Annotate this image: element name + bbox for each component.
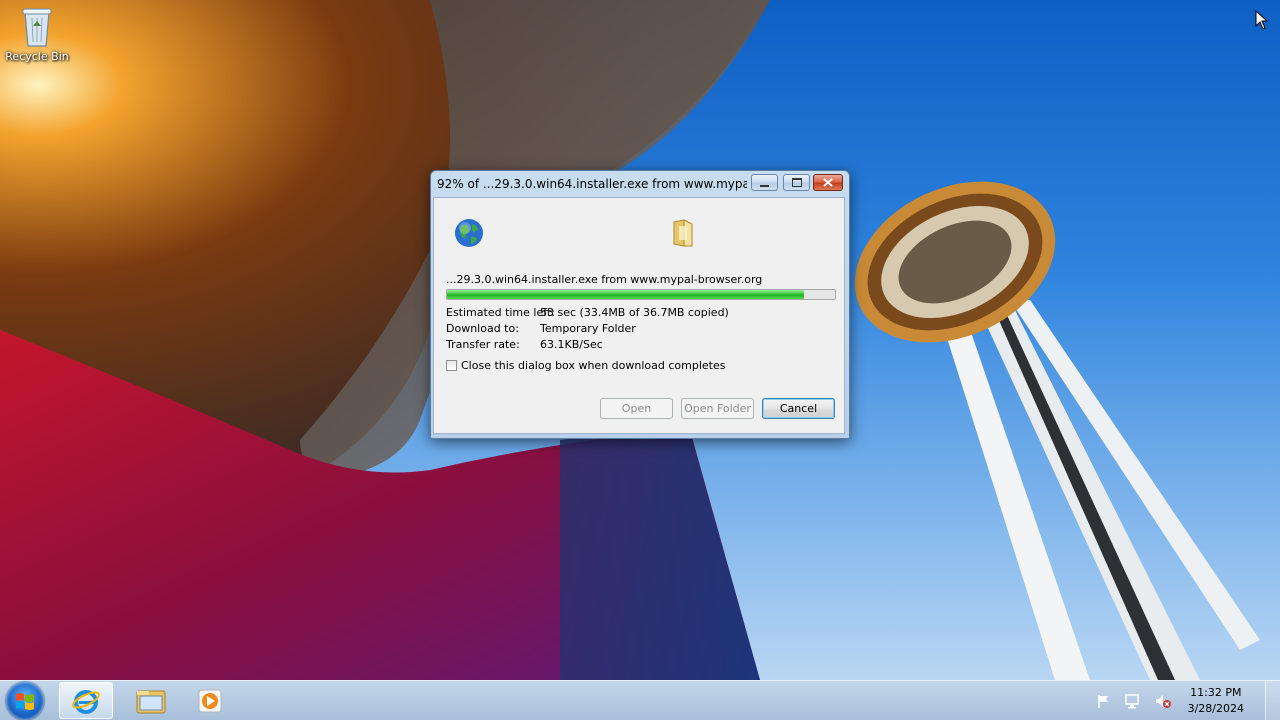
internet-explorer-icon xyxy=(72,689,100,714)
estimated-time-row: Estimated time left:53 sec (33.4MB of 36… xyxy=(446,306,729,319)
download-progress-bar xyxy=(446,289,836,300)
open-folder-button[interactable]: Open Folder xyxy=(681,398,754,419)
taskbar-windows-explorer[interactable] xyxy=(124,682,178,719)
estimated-time-value: 53 sec (33.4MB of 36.7MB copied) xyxy=(540,306,729,319)
folder-icon xyxy=(670,218,696,251)
maximize-button[interactable] xyxy=(783,174,810,191)
close-button[interactable] xyxy=(813,174,843,191)
clock-time: 11:32 PM xyxy=(1190,686,1242,699)
dialog-titlebar[interactable]: 92% of ...29.3.0.win64.installer.exe fro… xyxy=(431,171,849,197)
start-button[interactable] xyxy=(6,682,44,720)
minimize-icon xyxy=(760,184,769,187)
transfer-rate-row: Transfer rate: 63.1KB/Sec xyxy=(446,338,603,351)
desktop-icon-recycle-bin[interactable]: Recycle Bin xyxy=(2,4,72,63)
minimize-button[interactable] xyxy=(751,174,778,191)
progress-fill xyxy=(447,290,804,299)
show-desktop-button[interactable] xyxy=(1265,681,1280,720)
windows-explorer-icon xyxy=(136,690,166,713)
open-button[interactable]: Open xyxy=(600,398,673,419)
desktop-icon-label: Recycle Bin xyxy=(5,50,69,63)
maximize-icon xyxy=(791,178,802,187)
checkbox-box[interactable] xyxy=(446,360,457,371)
close-when-complete-label: Close this dialog box when download comp… xyxy=(461,359,726,372)
dialog-body: ...29.3.0.win64.installer.exe from www.m… xyxy=(433,197,845,434)
transfer-rate-label: Transfer rate: xyxy=(446,338,520,351)
transfer-rate-value: 63.1KB/Sec xyxy=(540,338,603,351)
windows-media-player-icon xyxy=(198,689,222,712)
download-to-row: Download to: Temporary Folder xyxy=(446,322,636,335)
dialog-title: 92% of ...29.3.0.win64.installer.exe fro… xyxy=(437,177,747,191)
action-center-flag-icon[interactable] xyxy=(1096,693,1112,709)
download-to-label: Download to: xyxy=(446,322,519,335)
download-progress-dialog: 92% of ...29.3.0.win64.installer.exe fro… xyxy=(430,170,850,439)
download-file-name: ...29.3.0.win64.installer.exe from www.m… xyxy=(446,273,763,286)
estimated-time-label: Estimated time left: xyxy=(446,306,555,319)
taskbar-internet-explorer[interactable] xyxy=(59,682,113,719)
globe-icon xyxy=(454,218,484,251)
taskbar-windows-media-player[interactable] xyxy=(183,682,237,719)
taskbar-clock[interactable]: 11:32 PM 3/28/2024 xyxy=(1188,685,1244,717)
mouse-cursor-icon xyxy=(1255,9,1269,33)
clock-date: 3/28/2024 xyxy=(1187,702,1244,715)
network-icon[interactable] xyxy=(1124,693,1142,709)
taskbar: 11:32 PM 3/28/2024 xyxy=(0,680,1280,720)
recycle-bin-icon xyxy=(17,4,57,48)
system-tray: 11:32 PM 3/28/2024 xyxy=(1090,681,1244,720)
close-icon xyxy=(823,178,833,187)
windows-logo-icon xyxy=(16,693,34,710)
cancel-button[interactable]: Cancel xyxy=(762,398,835,419)
volume-muted-icon[interactable] xyxy=(1154,693,1172,709)
download-to-value: Temporary Folder xyxy=(540,322,636,335)
close-when-complete-checkbox[interactable]: Close this dialog box when download comp… xyxy=(446,359,725,372)
